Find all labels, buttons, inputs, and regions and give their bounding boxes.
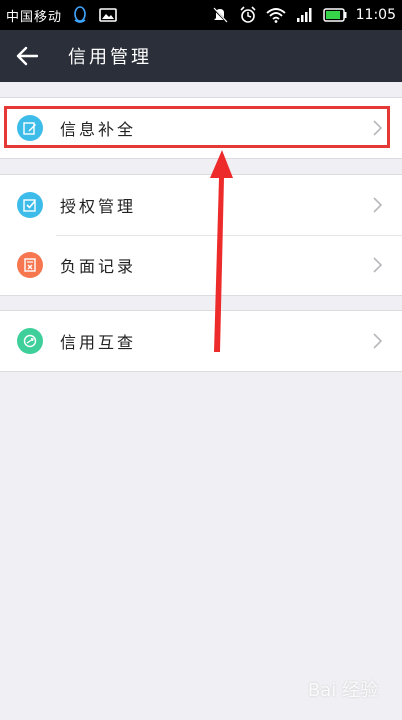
- page-title: 信用管理: [68, 47, 152, 68]
- nav-bar: 信用管理: [0, 30, 402, 82]
- menu-item-label: 信息补全: [60, 120, 137, 139]
- menu-item-label: 授权管理: [60, 197, 137, 216]
- battery-icon: [322, 5, 348, 25]
- wifi-icon: [266, 5, 286, 25]
- exchange-icon: [17, 328, 43, 354]
- menu-group-authorization: 授权管理 负面记录: [0, 174, 402, 296]
- edit-icon: [17, 115, 43, 141]
- signal-strength-icon: [294, 5, 314, 25]
- status-bar: 中国移动 11:05: [0, 0, 402, 30]
- menu-item-credit-mutual-check[interactable]: 信用互查: [0, 311, 402, 371]
- back-button[interactable]: [0, 30, 54, 82]
- menu-item-label: 信用互查: [60, 333, 137, 352]
- menu-group-info: 信息补全: [0, 97, 402, 159]
- menu-item-label: 负面记录: [60, 257, 137, 276]
- clock-time: 11:05: [355, 7, 396, 23]
- chevron-right-icon: [373, 333, 382, 349]
- alarm-icon: [238, 5, 258, 25]
- watermark: Bai 经验: [307, 680, 378, 701]
- carrier-name: 中国移动: [6, 9, 63, 25]
- menu-item-negative-records[interactable]: 负面记录: [0, 235, 402, 295]
- document-x-icon: [17, 252, 43, 278]
- image-notification-icon: [98, 5, 118, 25]
- back-arrow-icon: [16, 46, 38, 66]
- menu-item-info-completion[interactable]: 信息补全: [0, 98, 402, 158]
- check-square-icon: [17, 192, 43, 218]
- chevron-right-icon: [373, 120, 382, 136]
- chevron-right-icon: [373, 257, 382, 273]
- qq-penguin-icon: [70, 5, 90, 25]
- menu-group-mutual-check: 信用互查: [0, 310, 402, 372]
- mute-icon: [210, 5, 230, 25]
- menu-item-authorization-management[interactable]: 授权管理: [0, 175, 402, 235]
- chevron-right-icon: [373, 197, 382, 213]
